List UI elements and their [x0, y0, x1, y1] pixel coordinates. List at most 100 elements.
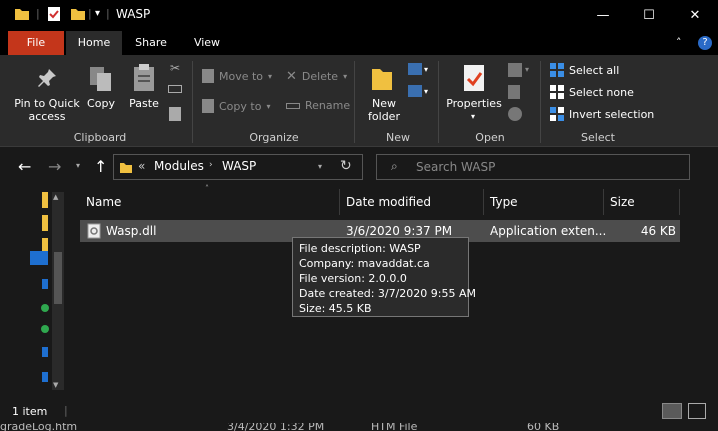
properties-button[interactable]: Properties: [446, 97, 502, 110]
help-icon[interactable]: ?: [698, 36, 712, 50]
scroll-down-icon[interactable]: ▼: [53, 381, 58, 389]
paste-shortcut-icon[interactable]: [169, 107, 181, 121]
chevron-down-icon: ▾: [343, 72, 348, 81]
folder-icon[interactable]: [42, 215, 48, 231]
back-button[interactable]: ←: [18, 157, 31, 176]
tooltip-size: Size: 45.5 KB: [299, 302, 372, 315]
edit-icon[interactable]: [508, 85, 520, 99]
cut-icon[interactable]: ✂: [170, 61, 180, 75]
tab-home[interactable]: Home: [66, 31, 122, 55]
tab-share[interactable]: Share: [126, 31, 176, 55]
item-count: 1 item: [12, 405, 48, 418]
breadcrumb-overflow-icon[interactable]: «: [138, 159, 145, 173]
file-name: Wasp.dll: [106, 224, 157, 238]
synced-icon[interactable]: [41, 304, 49, 312]
folder-icon: [120, 163, 132, 173]
column-date-modified[interactable]: Date modified: [346, 195, 431, 209]
copy-icon: [90, 67, 111, 91]
large-icons-view-icon[interactable]: [688, 403, 706, 419]
minimize-button[interactable]: —: [580, 0, 626, 31]
recent-locations-icon[interactable]: ▾: [76, 161, 80, 170]
maximize-button[interactable]: ☐: [626, 0, 672, 31]
pin-to-quick-access-button[interactable]: Pin to Quick access: [14, 97, 80, 123]
up-button[interactable]: ↑: [94, 157, 107, 176]
synced-icon[interactable]: [41, 325, 49, 333]
select-none-button[interactable]: Select none: [550, 85, 634, 99]
address-dropdown-icon[interactable]: ▾: [318, 162, 322, 171]
column-divider[interactable]: [603, 189, 604, 215]
tab-file[interactable]: File: [8, 31, 64, 55]
copy-to-button[interactable]: Copy to ▾: [202, 99, 270, 113]
qat-customize-icon[interactable]: ▾: [95, 8, 100, 19]
cloud-folder-icon[interactable]: [42, 372, 48, 382]
column-size[interactable]: Size: [610, 195, 635, 209]
cloud-folder-icon[interactable]: [42, 279, 48, 289]
new-item-icon[interactable]: [408, 63, 422, 75]
status-bar: 1 item |: [0, 399, 718, 423]
copy-path-icon[interactable]: [168, 85, 182, 93]
move-to-label: Move to: [219, 69, 264, 83]
delete-button[interactable]: ✕ Delete ▾: [286, 69, 347, 84]
chevron-down-icon: ▾: [266, 101, 271, 111]
column-divider[interactable]: [679, 189, 680, 215]
open-icon[interactable]: [508, 63, 522, 77]
title-bar: | | ▾ | WASP — ☐ ✕: [0, 0, 718, 31]
copy-button[interactable]: Copy: [84, 97, 118, 110]
rename-icon: [286, 102, 300, 109]
easy-access-icon[interactable]: [408, 85, 422, 97]
folder-icon[interactable]: [42, 192, 48, 208]
breadcrumb-wasp[interactable]: WASP: [222, 159, 256, 173]
copy-to-label: Copy to: [219, 99, 262, 113]
dll-file-icon: [87, 223, 101, 239]
ribbon: Pin to Quick access Copy Paste ✂ Clipboa…: [0, 55, 718, 147]
breadcrumb-modules[interactable]: Modules: [154, 159, 204, 173]
column-header-row: ˄ Name Date modified Type Size: [80, 184, 680, 217]
column-type[interactable]: Type: [490, 195, 518, 209]
move-to-button[interactable]: Move to ▾: [202, 69, 272, 83]
address-bar[interactable]: « Modules › WASP ▾ ↻: [113, 154, 363, 180]
organize-group-label: Organize: [249, 131, 299, 144]
rename-button[interactable]: Rename: [286, 99, 350, 112]
refresh-icon[interactable]: ↻: [340, 158, 352, 174]
forward-button[interactable]: →: [48, 157, 61, 176]
ribbon-divider: [354, 61, 355, 143]
window-title: WASP: [116, 7, 151, 21]
collapse-ribbon-icon[interactable]: ˄: [676, 36, 682, 49]
background-window-row: gradeLog.htm 3/4/2020 1:32 PM HTM File 6…: [0, 423, 718, 431]
chevron-down-icon: ▾: [424, 87, 429, 96]
file-info-tooltip: File description: WASP Company: mavaddat…: [292, 237, 477, 317]
tab-view[interactable]: View: [182, 31, 232, 55]
search-box[interactable]: ⌕ Search WASP: [376, 154, 690, 180]
folder-icon[interactable]: [42, 238, 48, 252]
tooltip-version: File version: 2.0.0.0: [299, 272, 407, 285]
search-input[interactable]: Search WASP: [416, 160, 495, 174]
background-file-type: HTM File: [371, 423, 418, 431]
scroll-up-icon[interactable]: ▲: [53, 193, 58, 201]
paste-button[interactable]: Paste: [126, 97, 162, 110]
cloud-folder-icon[interactable]: [42, 347, 48, 357]
select-all-button[interactable]: Select all: [550, 63, 619, 77]
details-view-icon[interactable]: [662, 403, 682, 419]
desktop-icon[interactable]: [30, 251, 48, 265]
move-to-icon: [202, 69, 214, 83]
tooltip-date-created: Date created: 3/7/2020 9:55 AM: [299, 287, 477, 300]
new-folder-icon[interactable]: [70, 6, 86, 22]
history-icon[interactable]: [508, 107, 522, 121]
new-folder-button[interactable]: New folder: [362, 97, 406, 123]
column-divider[interactable]: [339, 189, 340, 215]
qat-divider: |: [88, 7, 92, 20]
column-name[interactable]: Name: [86, 195, 121, 209]
delete-icon: ✕: [286, 69, 297, 84]
select-group-label: Select: [581, 131, 615, 144]
chevron-right-icon: ›: [209, 160, 213, 170]
close-button[interactable]: ✕: [672, 0, 718, 31]
new-folder-label-line2: folder: [368, 110, 400, 123]
delete-label: Delete: [301, 70, 339, 83]
column-divider[interactable]: [483, 189, 484, 215]
properties-icon[interactable]: [46, 6, 62, 22]
navigation-scrollbar-thumb[interactable]: [54, 252, 62, 304]
tooltip-description: File description: WASP: [299, 242, 421, 255]
background-file-name: gradeLog.htm: [0, 423, 78, 431]
invert-selection-button[interactable]: Invert selection: [550, 107, 654, 121]
select-none-icon: [550, 85, 564, 99]
